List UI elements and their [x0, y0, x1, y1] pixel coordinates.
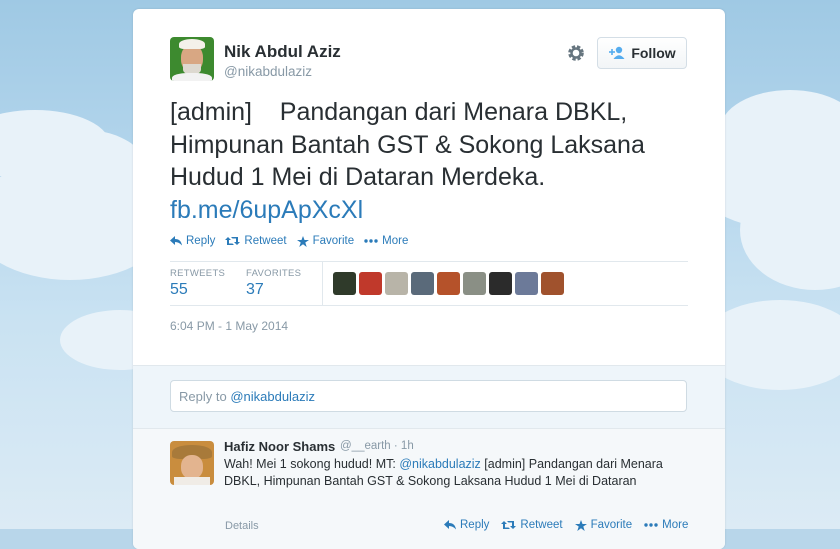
favoriter-avatar[interactable]: [463, 272, 486, 295]
more-label: More: [382, 235, 409, 247]
reply-time[interactable]: 1h: [401, 440, 414, 452]
tweet-timestamp[interactable]: 6:04 PM - 1 May 2014: [170, 319, 288, 333]
reply-tweet-more-label: More: [662, 519, 689, 531]
retweet-button[interactable]: Retweet: [225, 235, 287, 247]
reply-tweet-actions: Reply Retweet Favorite More: [444, 519, 700, 531]
tweet-text: [admin] Pandangan dari Menara DBKL, Himp…: [170, 96, 700, 226]
author-name[interactable]: Nik Abdul Aziz: [224, 42, 341, 62]
retweets-count: 55: [170, 281, 188, 298]
reply-author-name[interactable]: Hafiz Noor Shams: [224, 439, 335, 454]
more-button[interactable]: More: [364, 235, 408, 247]
reply-input[interactable]: Reply to @nikabdulaziz: [170, 380, 687, 412]
tweet-link[interactable]: fb.me/6upApXcXl: [170, 194, 700, 227]
tweet-body: [admin] Pandangan dari Menara DBKL, Himp…: [170, 98, 652, 191]
reply-tweet-retweet-label: Retweet: [520, 519, 563, 531]
reply-tweet-favorite-label: Favorite: [590, 519, 633, 531]
reply-text: Wah! Mei 1 sokong hudud! MT: @nikabdulaz…: [224, 456, 674, 489]
favoriter-avatar[interactable]: [437, 272, 460, 295]
reply-details-link[interactable]: Details: [225, 520, 259, 532]
follow-button[interactable]: Follow: [597, 37, 687, 69]
reply-mention: @nikabdulaziz: [230, 389, 316, 404]
gear-icon[interactable]: [566, 43, 586, 63]
reply-tweet-more-button[interactable]: More: [644, 519, 688, 531]
reply-button[interactable]: Reply: [170, 235, 215, 247]
add-user-icon: [608, 46, 626, 60]
favoriter-avatar[interactable]: [411, 272, 434, 295]
tweet-stats: RETWEETS 55 FAVORITES 37: [170, 261, 688, 306]
reply-text-mention[interactable]: @nikabdulaziz: [399, 457, 480, 471]
favorites-stat[interactable]: FAVORITES 37: [246, 268, 301, 299]
favorite-button[interactable]: Favorite: [296, 235, 355, 247]
stats-divider: [322, 262, 323, 305]
favorite-label: Favorite: [312, 235, 355, 247]
author-handle[interactable]: @nikabdulaziz: [224, 64, 312, 79]
reply-tweet-favorite-button[interactable]: Favorite: [574, 519, 633, 531]
reply-author-avatar[interactable]: [170, 441, 214, 485]
retweets-stat[interactable]: RETWEETS 55: [170, 268, 225, 299]
ellipsis-icon: [364, 239, 378, 243]
favoriter-avatar[interactable]: [541, 272, 564, 295]
reply-text-prefix: Wah! Mei 1 sokong hudud! MT:: [224, 457, 400, 471]
reply-icon: [170, 236, 182, 246]
reply-tweet-retweet-button[interactable]: Retweet: [501, 519, 563, 531]
favoriter-avatar[interactable]: [333, 272, 356, 295]
favorites-count: 37: [246, 281, 264, 298]
follow-label: Follow: [631, 45, 676, 61]
reply-prefix: Reply to: [179, 389, 231, 404]
reply-label: Reply: [186, 235, 216, 247]
favoriter-avatar[interactable]: [385, 272, 408, 295]
retweet-label: Retweet: [244, 235, 287, 247]
author-avatar[interactable]: [170, 37, 214, 81]
reply-tweet: Hafiz Noor Shams @__earth · 1h Wah! Mei …: [133, 428, 725, 549]
reply-area: Reply to @nikabdulaziz: [133, 365, 725, 428]
retweets-label: RETWEETS: [170, 268, 226, 279]
reply-tweet-reply-label: Reply: [460, 519, 490, 531]
favoriter-avatar[interactable]: [489, 272, 512, 295]
ellipsis-icon: [644, 523, 658, 527]
retweet-icon: [225, 236, 241, 246]
reply-author-handle[interactable]: @__earth: [340, 440, 391, 452]
favorites-label: FAVORITES: [246, 268, 302, 279]
tweet-card: Nik Abdul Aziz @nikabdulaziz Follow [adm…: [133, 9, 725, 549]
tweet-actions: Reply Retweet Favorite More: [170, 235, 418, 247]
favoriter-avatar[interactable]: [515, 272, 538, 295]
favoriter-avatar[interactable]: [359, 272, 382, 295]
reply-meta: @__earth · 1h: [340, 440, 414, 452]
star-icon: [296, 235, 309, 247]
favoriter-avatars: [333, 272, 564, 295]
reply-tweet-reply-button[interactable]: Reply: [444, 519, 489, 531]
